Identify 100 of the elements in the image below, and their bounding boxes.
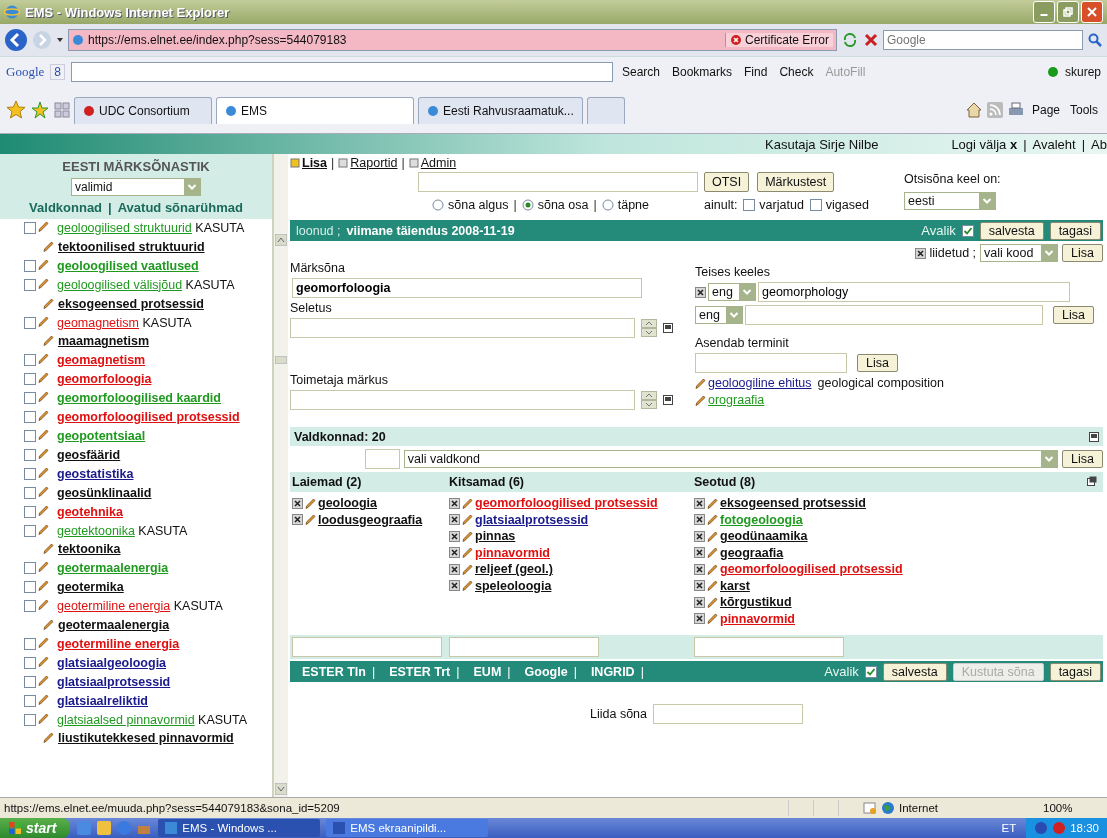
pencil-icon[interactable] [38, 466, 49, 478]
remove-icon[interactable] [914, 247, 926, 259]
language-indicator[interactable]: ET [997, 822, 1021, 834]
term-link[interactable]: tektoonilised struktuurid [58, 237, 205, 257]
checkbox[interactable] [24, 222, 36, 234]
checkbox[interactable] [24, 429, 36, 442]
checkbox[interactable] [24, 600, 36, 613]
taskbar-button[interactable]: EMS - Windows ... [158, 819, 321, 837]
toolbar-menu-button[interactable]: 8 [50, 64, 65, 80]
term-link[interactable]: geomorfoloogilised protsessid [57, 410, 240, 425]
term-link[interactable]: maamagnetism [58, 332, 149, 352]
code-select[interactable]: vali kood [980, 244, 1059, 262]
term-link[interactable]: geoloogiline ehitus [708, 376, 812, 390]
catalog-link[interactable]: ESTER Trt [383, 664, 451, 679]
term-link[interactable]: orograafia [708, 393, 765, 407]
pencil-icon[interactable] [43, 240, 54, 252]
checkbox[interactable] [24, 637, 36, 650]
term-link[interactable]: geoloogilised välisjõud [57, 277, 183, 292]
term-link[interactable]: geotermaalenergia [58, 616, 170, 635]
action-button[interactable]: salvesta [882, 662, 947, 681]
command-button[interactable]: Page [1028, 103, 1063, 117]
term-link[interactable]: geotermaalenergia [57, 561, 169, 576]
term-link[interactable]: geosünklinaalid [57, 485, 152, 500]
header-link[interactable]: Avaleht [1032, 136, 1076, 152]
checkbox[interactable] [24, 524, 36, 537]
restore-icon[interactable] [1087, 476, 1097, 486]
term-link[interactable]: geoloogilised struktuurid [57, 221, 192, 235]
language-select[interactable]: eng [695, 306, 743, 324]
term-link[interactable]: geoloogilised vaatlused [57, 258, 199, 273]
checkbox[interactable] [24, 392, 36, 405]
pencil-icon[interactable] [38, 599, 49, 611]
menu-link[interactable]: Admin [408, 156, 457, 170]
term-link[interactable]: tektoonika [58, 540, 121, 560]
pencil-icon[interactable] [43, 543, 54, 555]
catalog-link[interactable]: EUM [467, 664, 502, 679]
remove-icon[interactable] [694, 613, 705, 625]
pencil-icon[interactable] [38, 372, 49, 384]
expand-icon[interactable] [663, 323, 673, 333]
star-icon[interactable] [6, 100, 26, 120]
search-field[interactable]: Google [883, 30, 1083, 50]
pencil-icon[interactable] [38, 315, 49, 327]
checkbox[interactable] [24, 505, 36, 518]
remove-icon[interactable] [292, 514, 303, 526]
catalog-link[interactable]: INGRID [584, 664, 635, 679]
checkbox[interactable] [24, 656, 36, 669]
checkbox[interactable] [24, 373, 36, 386]
scroll-arrows-icon[interactable] [641, 391, 657, 409]
toolbar-button[interactable]: Search [618, 65, 663, 79]
match-radio[interactable]: sõna osa [521, 198, 589, 212]
close-button[interactable] [1081, 1, 1103, 23]
term-link[interactable]: reljeef (geol.) [475, 562, 553, 577]
merge-field[interactable] [653, 704, 803, 724]
pencil-icon[interactable] [462, 563, 473, 575]
pencil-icon[interactable] [462, 514, 473, 526]
menu-link[interactable]: Raportid [338, 156, 398, 170]
submit-button[interactable]: OTSI [704, 172, 750, 192]
term-link[interactable]: geotektoonika [57, 523, 135, 538]
pencil-icon[interactable] [38, 221, 49, 232]
checkbox[interactable] [24, 467, 36, 480]
term-link[interactable]: glatsiaalgeoloogia [57, 655, 167, 670]
catalog-link[interactable]: Google [518, 664, 568, 679]
add-favorite-icon[interactable] [30, 100, 50, 120]
toolbar-button[interactable]: Find [741, 65, 771, 79]
pencil-icon[interactable] [707, 514, 718, 526]
back-icon[interactable] [4, 28, 28, 52]
remove-icon[interactable] [694, 580, 705, 592]
scroll-arrows-icon[interactable] [641, 319, 657, 337]
checkbox[interactable] [24, 486, 36, 499]
term-link[interactable]: geomagnetism [57, 353, 146, 368]
match-radio[interactable]: täpne [601, 198, 649, 212]
language-select[interactable]: eesti [904, 192, 996, 210]
pencil-icon[interactable] [38, 504, 49, 516]
term-link[interactable]: kõrgustikud [720, 595, 792, 610]
pencil-icon[interactable] [462, 547, 473, 559]
taskbar-button[interactable]: EMS ekraanipildi... [326, 819, 489, 837]
checkbox[interactable] [24, 675, 36, 688]
pencil-icon[interactable] [695, 377, 706, 389]
quick-launch-icon[interactable] [96, 820, 113, 836]
remove-icon[interactable] [449, 580, 460, 592]
pencil-icon[interactable] [695, 394, 706, 406]
pencil-icon[interactable] [38, 391, 49, 403]
pencil-icon[interactable] [43, 619, 54, 631]
domain-code-field[interactable] [365, 449, 400, 469]
relation-field[interactable] [449, 637, 599, 657]
pencil-icon[interactable] [38, 561, 49, 573]
pencil-icon[interactable] [707, 580, 718, 592]
term-link[interactable]: speleoloogia [475, 578, 552, 593]
toolbar-search-field[interactable] [70, 62, 613, 82]
pencil-icon[interactable] [38, 655, 49, 667]
pencil-icon[interactable] [38, 353, 49, 365]
scroll-down-icon[interactable] [275, 783, 287, 795]
term-link[interactable]: geotermiline energia [57, 599, 171, 614]
checkbox[interactable] [24, 713, 36, 726]
checkbox[interactable] [24, 448, 36, 461]
action-button[interactable]: salvesta [979, 221, 1044, 240]
pencil-icon[interactable] [707, 596, 718, 608]
list-select[interactable]: valimid [71, 178, 201, 196]
translation-field[interactable] [745, 305, 1043, 325]
term-link[interactable]: pinnas [475, 529, 516, 544]
address-field[interactable]: https://ems.elnet.ee/index.php?sess=544079183 Certificate Error [68, 29, 837, 51]
